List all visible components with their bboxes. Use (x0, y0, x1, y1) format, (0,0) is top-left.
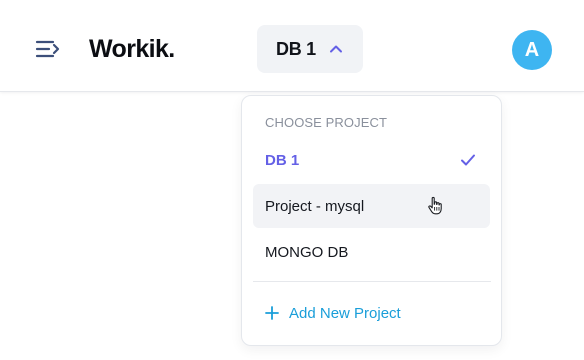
workik-logo[interactable]: Workik. (89, 32, 175, 66)
add-new-project-label: Add New Project (289, 304, 401, 322)
project-option-db-1[interactable]: DB 1 (253, 138, 490, 182)
plus-icon (265, 306, 279, 320)
project-selector-label: DB 1 (276, 38, 316, 59)
project-option-project-mysql[interactable]: Project - mysql (253, 184, 490, 228)
chevron-up-icon (330, 45, 342, 53)
check-icon (461, 154, 475, 166)
project-option-mongo-db[interactable]: MONGO DB (253, 230, 490, 274)
menu-toggle-button[interactable] (32, 33, 64, 65)
dropdown-heading: CHOOSE PROJECT (265, 115, 388, 130)
top-header: Workik. DB 1 A (0, 0, 584, 92)
project-selector-button[interactable]: DB 1 (257, 25, 363, 73)
dropdown-divider (253, 281, 491, 282)
project-option-label: Project - mysql (265, 197, 365, 215)
hand-pointer-cursor-icon (428, 196, 442, 215)
user-avatar[interactable]: A (512, 30, 552, 70)
menu-collapse-icon (35, 40, 60, 58)
app-page: Workik. DB 1 A CHOOSE PROJECT DB 1 Proje… (0, 0, 584, 360)
avatar-initial: A (524, 38, 540, 61)
project-option-label: MONGO DB (265, 243, 349, 261)
project-dropdown-menu: CHOOSE PROJECT DB 1 Project - mysql MONG… (241, 95, 502, 346)
add-new-project-button[interactable]: Add New Project (265, 301, 401, 325)
project-option-label: DB 1 (265, 151, 300, 169)
